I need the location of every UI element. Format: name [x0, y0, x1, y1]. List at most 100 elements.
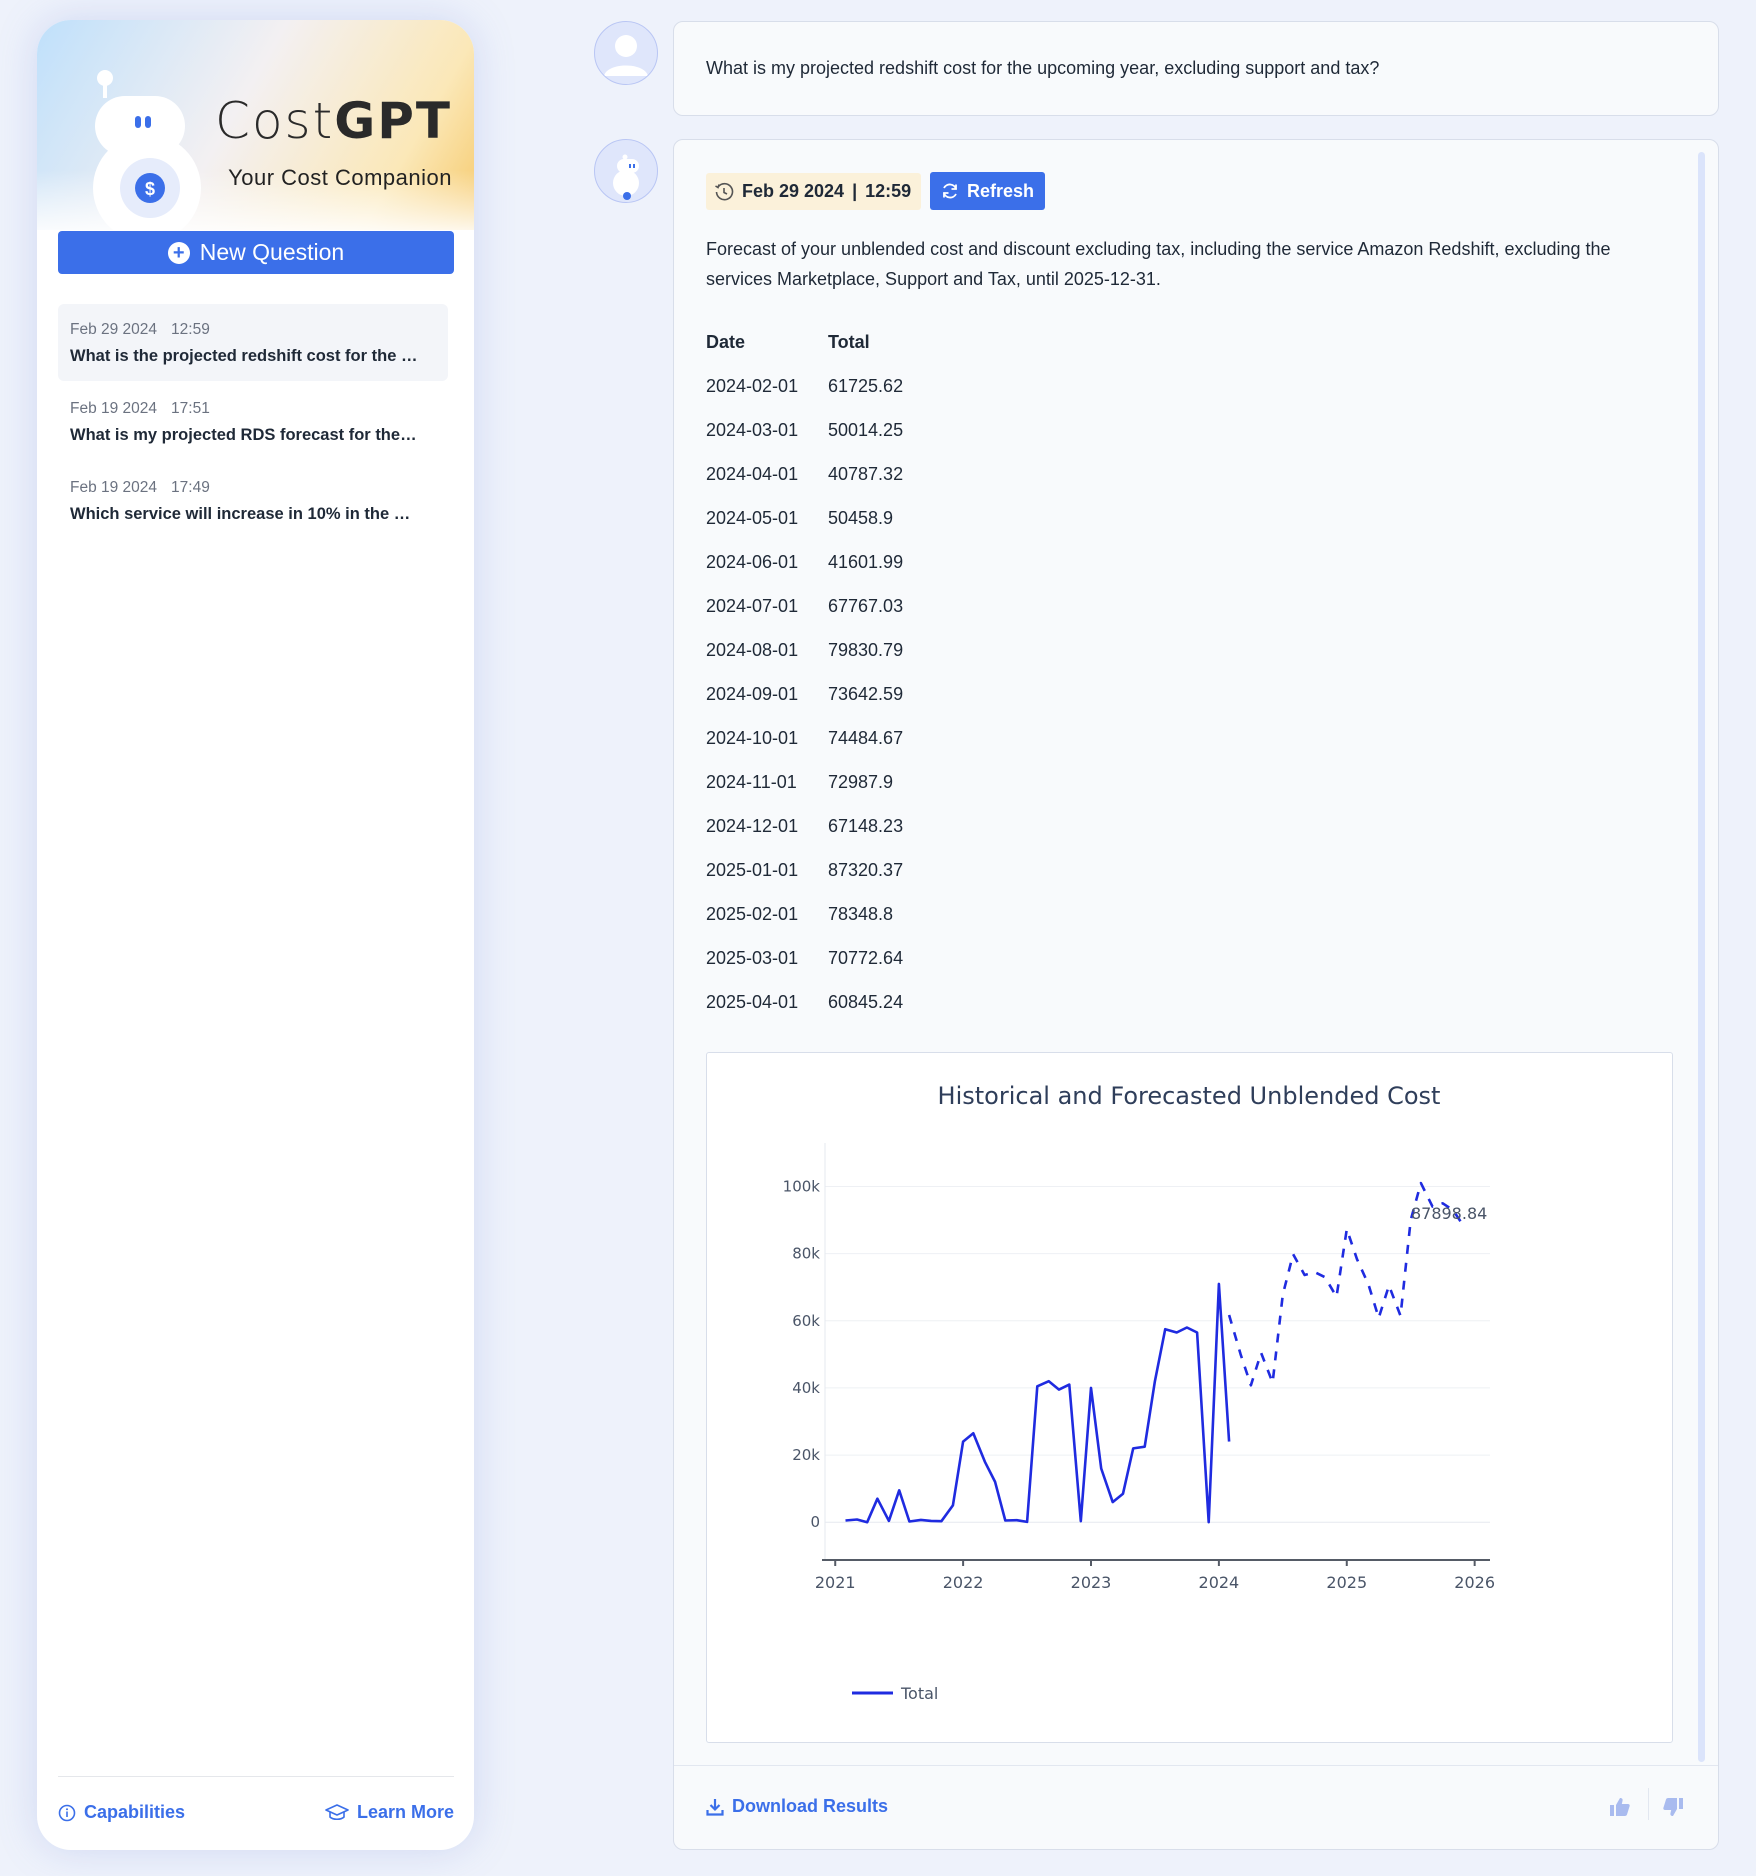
download-results-link[interactable]: Download Results — [706, 1796, 888, 1817]
table-row: 2025-03-01 70772.64 — [706, 936, 903, 980]
table-row: 2024-07-01 67767.03 — [706, 584, 903, 628]
y-tick-label: 60k — [792, 1312, 820, 1330]
graduation-cap-icon — [325, 1803, 349, 1820]
robot-logo-icon: $ — [93, 70, 201, 238]
table-row: 2025-01-01 87320.37 — [706, 848, 903, 892]
x-tick-label: 2021 — [815, 1573, 856, 1592]
x-tick-label: 2023 — [1071, 1573, 1112, 1592]
date-cell: 2024-06-01 — [706, 551, 799, 572]
learn-more-label: Learn More — [356, 1802, 454, 1822]
total-cell: 78348.8 — [828, 903, 894, 924]
capabilities-label: Capabilities — [84, 1802, 186, 1822]
history-date: Feb 19 2024 — [70, 400, 158, 417]
forecast-table: Date Total 2024-02-01 61725.62 2024-03-01 5… — [706, 320, 903, 1024]
refresh-label: Refresh — [967, 180, 1035, 201]
history-question: What is my projected RDS forecast for th… — [70, 426, 420, 444]
date-cell: 2024-08-01 — [706, 639, 799, 660]
history-time: 17:51 — [171, 400, 210, 417]
forecast-chart: Historical and Forecasted Unblended Cost… — [706, 1052, 1673, 1743]
total-cell: 72987.9 — [828, 771, 894, 792]
y-tick-label: 40k — [792, 1379, 820, 1397]
y-tick-label: 20k — [792, 1446, 820, 1464]
y-tick-label: 100k — [783, 1178, 821, 1196]
timestamp-time: 12:59 — [865, 181, 912, 201]
table-row: 2024-12-01 67148.23 — [706, 804, 903, 848]
date-cell: 2024-03-01 — [706, 419, 799, 440]
y-tick-label: 0 — [810, 1513, 820, 1531]
user-avatar — [594, 21, 658, 85]
robot-icon — [613, 154, 639, 200]
date-cell: 2024-04-01 — [706, 463, 799, 484]
date-cell: 2025-01-01 — [706, 859, 799, 880]
question-text: What is my projected redshift cost for t… — [706, 58, 1380, 78]
thumbs-down-icon[interactable] — [1662, 1797, 1684, 1817]
date-cell: 2024-02-01 — [706, 375, 799, 396]
table-row: 2024-04-01 40787.32 — [706, 452, 903, 496]
history-time: 17:49 — [171, 479, 210, 496]
table-row: 2024-05-01 50458.9 — [706, 496, 903, 540]
history-date: Feb 29 2024 — [70, 321, 158, 338]
download-icon — [706, 1798, 724, 1816]
total-cell: 79830.79 — [828, 639, 904, 660]
divider — [1648, 1788, 1649, 1820]
info-icon — [58, 1804, 76, 1821]
chart-legend[interactable]: Total — [852, 1684, 938, 1703]
legend-label: Total — [900, 1684, 938, 1703]
divider — [674, 1765, 1718, 1766]
total-cell: 73642.59 — [828, 683, 904, 704]
table-row: 2024-03-01 50014.25 — [706, 408, 903, 452]
bot-avatar — [594, 139, 658, 203]
total-cell: 50014.25 — [828, 419, 904, 440]
refresh-button[interactable]: Refresh — [930, 172, 1046, 210]
date-cell: 2024-10-01 — [706, 727, 799, 748]
total-cell: 41601.99 — [828, 551, 904, 572]
history-item[interactable]: Feb 19 2024 17:49 Which service will incr… — [58, 462, 448, 539]
timestamp-date: Feb 29 2024 — [742, 181, 845, 201]
table-row: 2025-02-01 78348.8 — [706, 892, 903, 936]
new-question-button[interactable]: + New Question — [58, 231, 454, 274]
sidebar: $ CostGPT Your Cost Companion + New Ques… — [37, 20, 474, 1850]
x-tick-label: 2024 — [1199, 1573, 1240, 1592]
table-row: 2024-09-01 73642.59 — [706, 672, 903, 716]
learn-more-link[interactable]: Learn More — [325, 1802, 454, 1823]
question-bubble: What is my projected redshift cost for t… — [673, 21, 1719, 116]
data-label: 87898.84 — [1411, 1204, 1487, 1223]
total-cell: 60845.24 — [828, 991, 904, 1012]
table-header-row: Date Total — [706, 320, 903, 364]
total-cell: 67767.03 — [828, 595, 904, 616]
date-cell: 2024-05-01 — [706, 507, 799, 528]
date-cell: 2024-07-01 — [706, 595, 799, 616]
plus-circle-icon: + — [167, 241, 190, 264]
table-body: 2024-02-01 61725.62 2024-03-01 50014.25 2024… — [706, 364, 903, 1024]
table-row: 2024-02-01 61725.62 — [706, 364, 903, 408]
column-header: Total — [828, 331, 870, 352]
history-item[interactable]: Feb 29 2024 12:59 What is the projected r… — [58, 304, 448, 381]
total-cell: 50458.9 — [828, 507, 894, 528]
x-tick-label: 2026 — [1454, 1573, 1495, 1592]
date-cell: 2025-03-01 — [706, 947, 799, 968]
download-label: Download Results — [732, 1796, 889, 1816]
date-cell: 2024-09-01 — [706, 683, 799, 704]
date-cell: 2024-12-01 — [706, 815, 799, 836]
history-item[interactable]: Feb 19 2024 17:51 What is my projected RD… — [58, 383, 448, 460]
x-tick-label: 2022 — [943, 1573, 984, 1592]
series-line-total — [845, 1282, 1231, 1524]
thumbs-up-icon[interactable] — [1609, 1797, 1631, 1817]
timestamp-separator: | — [852, 181, 858, 201]
history-question: Which service will increase in 10% in th… — [70, 505, 420, 523]
date-cell: 2024-11-01 — [706, 771, 797, 792]
history-clock-icon — [715, 182, 734, 200]
total-cell: 87320.37 — [828, 859, 904, 880]
history-date: Feb 19 2024 — [70, 479, 158, 496]
chart-title: Historical and Forecasted Unblended Cost — [938, 1082, 1441, 1110]
forecast-description: Forecast of your unblended cost and disc… — [706, 239, 1611, 289]
x-tick-label: 2025 — [1326, 1573, 1367, 1592]
capabilities-link[interactable]: Capabilities — [58, 1802, 185, 1823]
new-question-label: New Question — [199, 239, 345, 265]
history-question: What is the projected redshift cost for … — [70, 347, 420, 365]
date-cell: 2025-04-01 — [706, 991, 799, 1012]
table-row: 2024-11-01 72987.9 — [706, 760, 903, 804]
scrollbar[interactable] — [1698, 152, 1705, 1762]
user-icon — [604, 35, 648, 76]
column-header: Date — [706, 331, 746, 352]
